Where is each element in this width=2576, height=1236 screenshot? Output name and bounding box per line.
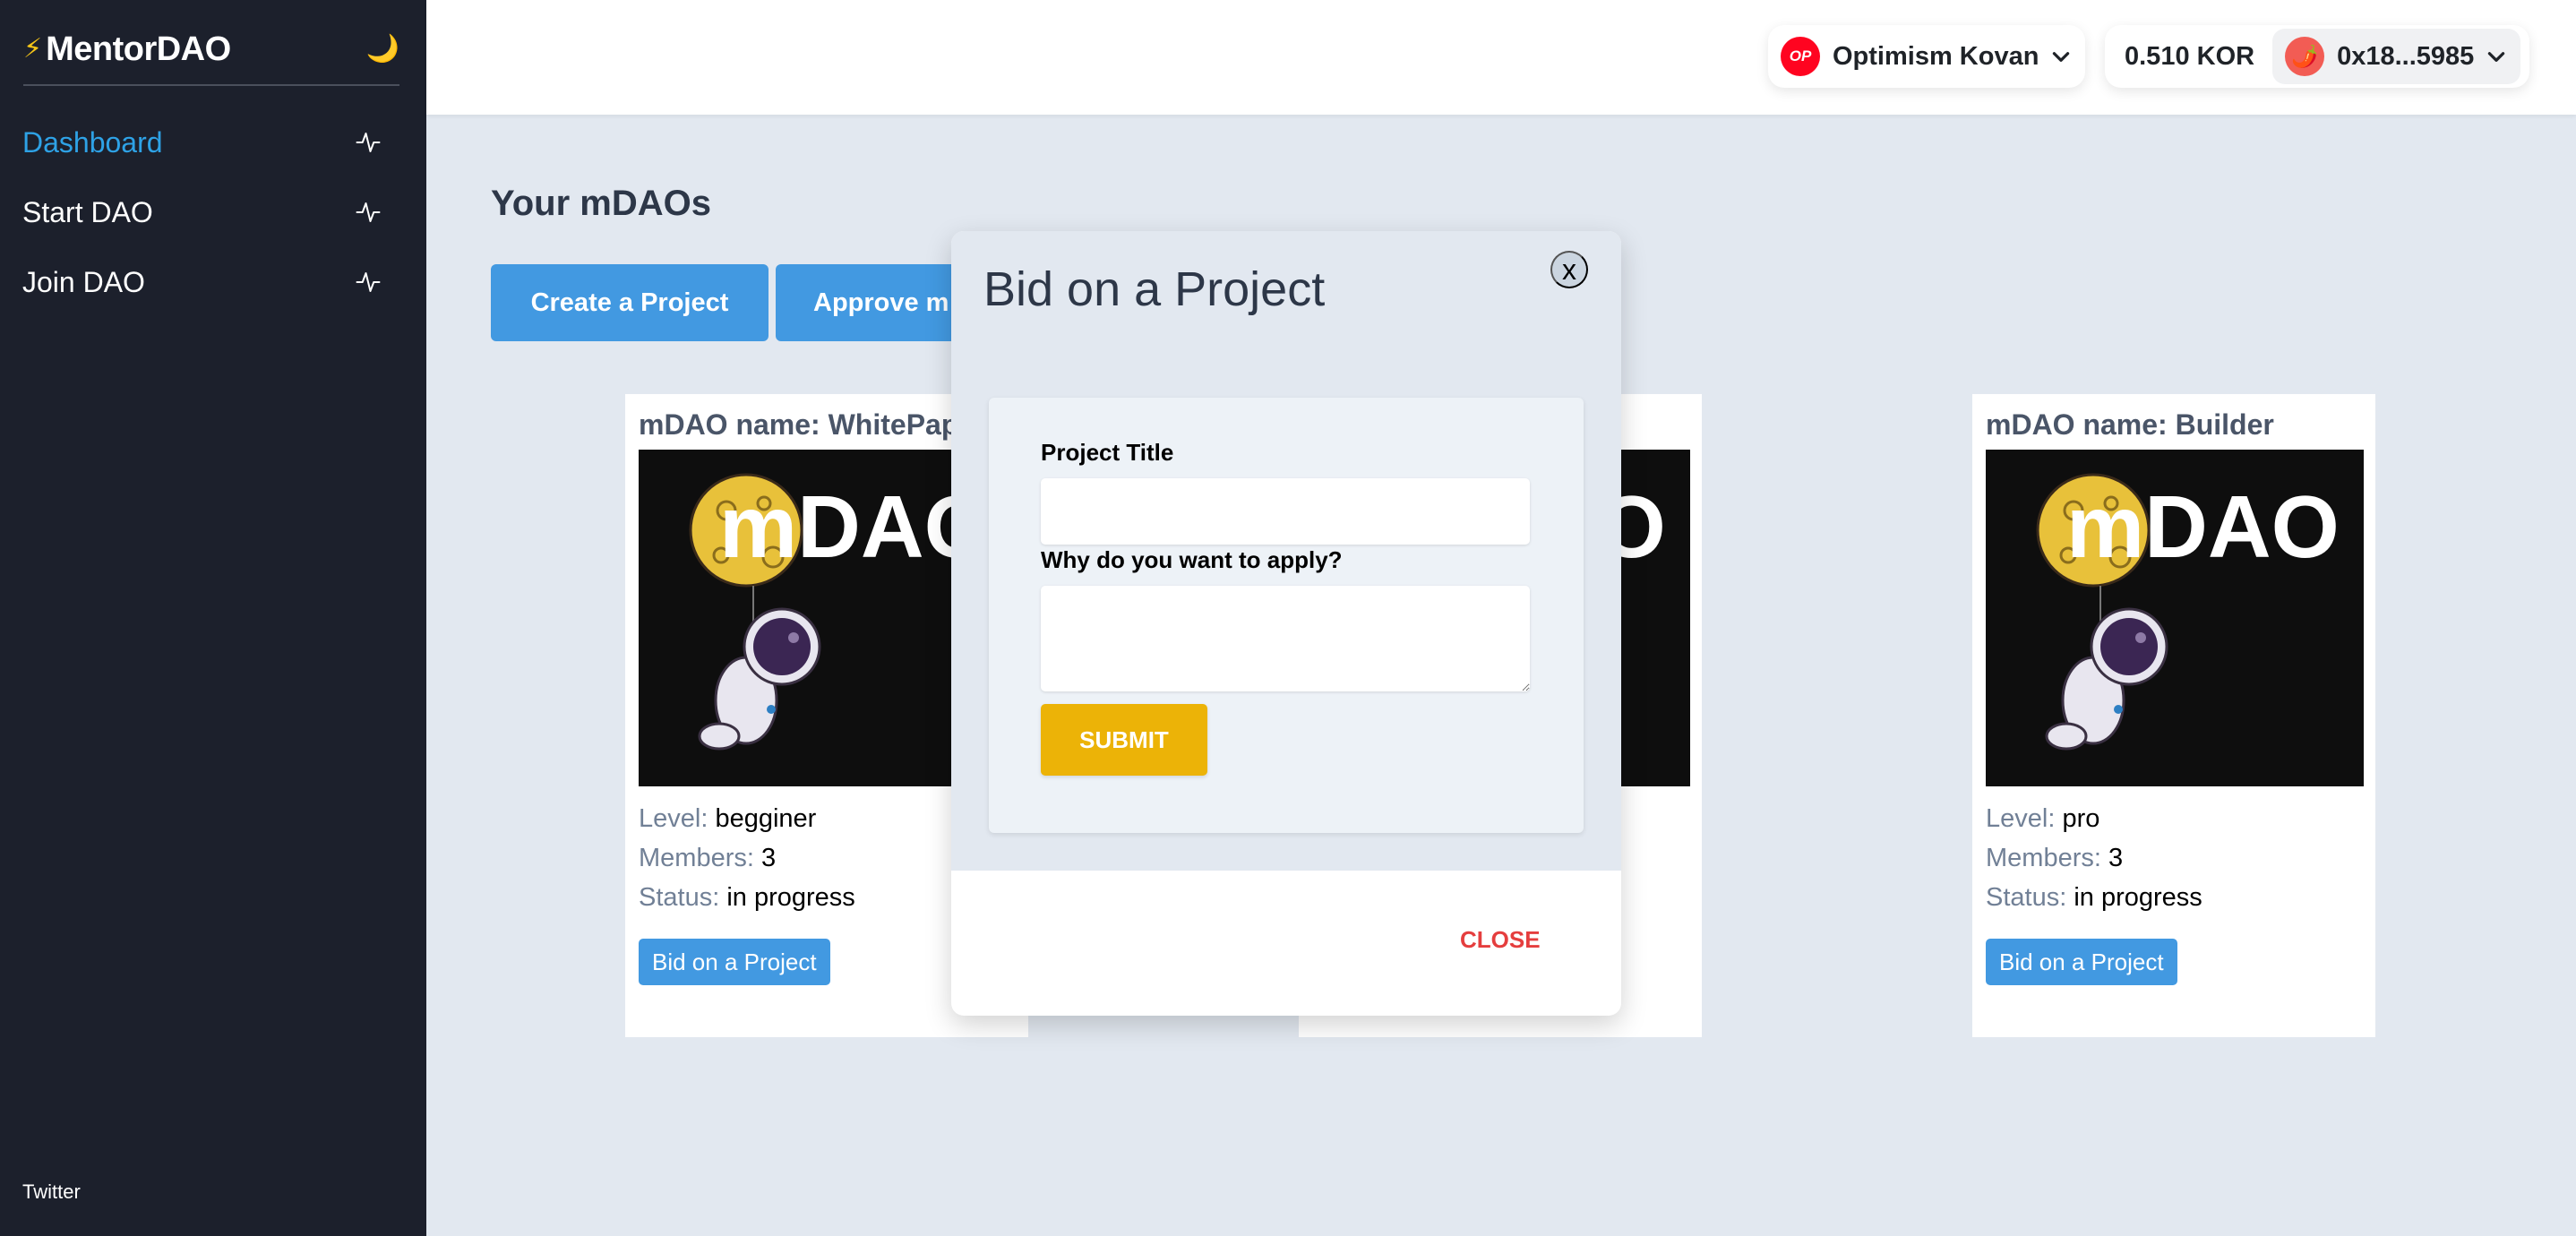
network-name: Optimism Kovan [1833,41,2039,71]
activity-pulse-icon [355,269,382,296]
account-chip: 0.510 KOR 🌶️ 0x18...5985 [2105,25,2529,88]
brand-logo[interactable]: ⚡ MentorDAO [23,30,231,69]
card-level: Level: pro [1986,804,2100,833]
card-title: mDAO name: WhitePap [639,408,959,441]
create-project-button[interactable]: Create a Project [491,264,769,341]
sidebar: ⚡ MentorDAO 🌙 Dashboard Start DAO Join D… [0,0,426,1236]
card-members: Members: 3 [639,844,777,872]
project-title-label: Project Title [1041,439,1174,466]
optimism-logo-icon: OP [1781,37,1820,76]
close-button[interactable]: CLOSE [1460,926,1541,954]
bid-on-project-button[interactable]: Bid on a Project [639,939,830,985]
moon-icon[interactable]: 🌙 [366,36,399,63]
card-status: Status: in progress [639,883,855,912]
card-info: Level: begginer Members: 3 Status: in pr… [639,799,855,917]
sidebar-item-label: Join DAO [22,265,145,298]
close-icon[interactable]: x [1550,251,1588,288]
sidebar-divider [23,84,399,86]
avatar: 🌶️ [2285,37,2325,76]
reason-textarea[interactable] [1041,586,1530,691]
modal-title: Bid on a Project [983,262,1326,316]
sidebar-nav: Dashboard Start DAO Join DAO [0,107,426,317]
mdao-astronaut-image: mDAO [1986,450,2364,786]
activity-pulse-icon [355,199,382,226]
activity-pulse-icon [355,129,382,156]
mdao-card: mDAO name: Builder mDAO Level: pro Membe… [1972,394,2375,1037]
page-title: Your mDAOs [491,184,711,223]
network-selector[interactable]: OP Optimism Kovan [1768,25,2085,88]
sidebar-item-join-dao[interactable]: Join DAO [0,247,426,317]
chevron-down-icon [2049,45,2073,68]
sidebar-item-label: Start DAO [22,195,153,228]
card-info: Level: pro Members: 3 Status: in progres… [1986,799,2202,917]
chevron-down-icon [2485,45,2508,68]
brand-header: ⚡ MentorDAO 🌙 [23,27,399,72]
bid-on-project-button[interactable]: Bid on a Project [1986,939,2177,985]
bid-form: Project Title Why do you want to apply? … [989,398,1584,833]
bid-modal: Bid on a Project x Project Title Why do … [951,231,1621,1016]
card-members: Members: 3 [1986,844,2124,872]
wallet-balance: 0.510 KOR [2125,41,2255,71]
wallet-address: 0x18...5985 [2337,41,2475,71]
project-title-input[interactable] [1041,478,1530,545]
sidebar-item-start-dao[interactable]: Start DAO [0,177,426,247]
card-title: mDAO name: Builder [1986,408,2274,441]
sidebar-item-label: Dashboard [22,125,163,159]
modal-body: Bid on a Project x Project Title Why do … [951,231,1621,871]
submit-button[interactable]: SUBMIT [1041,704,1207,776]
reason-label: Why do you want to apply? [1041,546,1343,573]
topbar: OP Optimism Kovan 0.510 KOR 🌶️ 0x18...59… [426,0,2576,115]
brand-name: MentorDAO [46,30,231,68]
account-button[interactable]: 🌶️ 0x18...5985 [2272,29,2521,84]
card-level: Level: begginer [639,804,817,833]
sidebar-item-dashboard[interactable]: Dashboard [0,107,426,177]
card-status: Status: in progress [1986,883,2202,912]
twitter-link[interactable]: Twitter [22,1180,81,1204]
card-image-text: mDAO [2066,477,2340,576]
lightning-bolt-icon: ⚡ [23,34,43,64]
